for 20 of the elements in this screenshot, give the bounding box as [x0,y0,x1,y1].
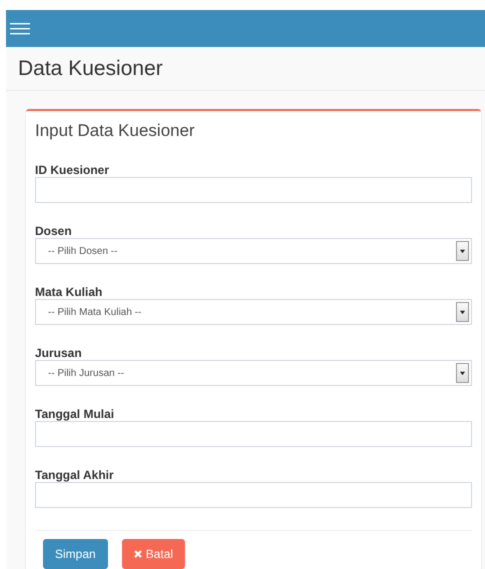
dropdown-caret-icon[interactable] [456,302,469,322]
select-field[interactable]: -- Pilih Dosen -- [35,238,472,264]
field-label: Tanggal Mulai [35,407,116,421]
field-label: Mata Kuliah [35,285,104,299]
input-field[interactable] [35,421,472,447]
input-field[interactable] [35,482,472,508]
menu-icon[interactable] [10,22,30,36]
field-label: ID Kuesioner [35,163,110,177]
field-label: Tanggal Akhir [35,468,115,482]
field-label: Jurusan [35,346,83,360]
input-field[interactable] [35,177,472,203]
card-title: Input Data Kuesioner [35,120,196,142]
page-title: Data Kuesioner [18,56,163,80]
field-label: Dosen [35,224,73,238]
close-icon [134,550,142,558]
dropdown-caret-icon[interactable] [456,363,469,383]
save-button[interactable]: Simpan [43,539,108,569]
select-field[interactable]: -- Pilih Jurusan -- [35,360,472,386]
dropdown-caret-icon[interactable] [456,241,469,261]
select-field[interactable]: -- Pilih Mata Kuliah -- [35,299,472,325]
